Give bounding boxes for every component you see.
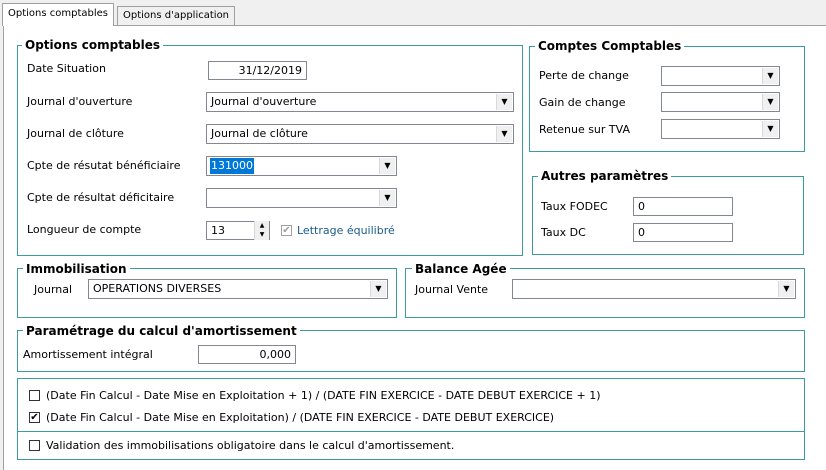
balance-agee-title: Balance Agée — [412, 262, 510, 276]
chevron-down-icon[interactable]: ▼ — [762, 68, 778, 84]
tab-options-comptables[interactable]: Options comptables — [2, 3, 115, 26]
perte-change-label: Perte de change — [539, 69, 629, 82]
tab-options-application[interactable]: Options d'application — [117, 6, 236, 25]
journal-ouverture-label: Journal d'ouverture — [27, 95, 133, 108]
taux-fodec-input[interactable]: 0 — [633, 197, 733, 216]
chevron-down-icon[interactable]: ▼ — [778, 281, 794, 297]
retenue-tva-select[interactable]: ▼ — [661, 119, 780, 139]
formula1-checkbox[interactable] — [29, 390, 40, 401]
options-comptables-title: Options comptables — [22, 38, 164, 52]
cpte-benef-select[interactable]: 131000 ▼ — [206, 156, 397, 176]
cpte-deficit-value — [210, 190, 212, 206]
chevron-down-icon[interactable]: ▼ — [496, 94, 512, 110]
lettrage-checkbox[interactable]: ✔ — [281, 225, 292, 236]
cpte-deficit-select[interactable]: ▼ — [206, 188, 397, 208]
longueur-label: Longueur de compte — [27, 223, 142, 236]
spin-up-icon[interactable]: ▲ — [255, 221, 269, 230]
date-situation-input[interactable]: 31/12/2019 — [208, 61, 307, 80]
lettrage-label: Lettrage équilibré — [297, 224, 395, 237]
chevron-down-icon[interactable]: ▼ — [762, 121, 778, 137]
formula1-label: (Date Fin Calcul - Date Mise en Exploita… — [46, 389, 601, 402]
longueur-spin-buttons[interactable]: ▲ ▼ — [254, 221, 269, 240]
validation-label: Validation des immobilisations obligatoi… — [46, 439, 455, 452]
validation-checkbox[interactable] — [29, 440, 40, 451]
immobilisation-journal-select[interactable]: OPERATIONS DIVERSES ▼ — [88, 279, 388, 299]
journal-vente-select[interactable]: ▼ — [512, 279, 796, 299]
cpte-benef-label: Cpte de résutat bénéficiaire — [27, 159, 181, 172]
gain-change-label: Gain de change — [539, 96, 626, 109]
amortissement-integral-label: Amortissement intégral — [23, 348, 153, 361]
retenue-tva-label: Retenue sur TVA — [539, 123, 630, 136]
cpte-deficit-label: Cpte de résultat déficitaire — [27, 191, 175, 204]
date-situation-label: Date Situation — [27, 62, 106, 75]
immobilisation-title: Immobilisation — [23, 262, 130, 276]
longueur-value: 13 — [211, 224, 225, 237]
amortissement-integral-input[interactable]: 0,000 — [198, 345, 296, 364]
chevron-down-icon[interactable]: ▼ — [496, 126, 512, 142]
chevron-down-icon[interactable]: ▼ — [370, 281, 386, 297]
journal-cloture-value: Journal de clôture — [211, 127, 308, 140]
cpte-benef-value: 131000 — [210, 158, 254, 174]
spin-down-icon[interactable]: ▼ — [255, 230, 269, 239]
journal-vente-value — [516, 281, 518, 297]
formula2-label: (Date Fin Calcul - Date Mise en Exploita… — [46, 411, 555, 424]
chevron-down-icon[interactable]: ▼ — [762, 94, 778, 110]
journal-cloture-select[interactable]: Journal de clôture ▼ — [206, 124, 514, 144]
tab-bar: Options comptables Options d'application — [0, 0, 826, 26]
taux-dc-input[interactable]: 0 — [633, 223, 733, 242]
journal-ouverture-value: Journal d'ouverture — [211, 95, 317, 108]
autres-parametres-title: Autres paramètres — [538, 169, 672, 183]
immobilisation-journal-value: OPERATIONS DIVERSES — [93, 282, 222, 295]
journal-cloture-label: Journal de clôture — [27, 127, 124, 140]
taux-fodec-label: Taux FODEC — [541, 200, 608, 213]
chevron-down-icon[interactable]: ▼ — [379, 158, 395, 174]
chevron-down-icon[interactable]: ▼ — [379, 190, 395, 206]
comptes-comptables-title: Comptes Comptables — [535, 39, 685, 53]
immobilisation-journal-label: Journal — [34, 283, 73, 296]
perte-change-select[interactable]: ▼ — [661, 66, 780, 86]
taux-dc-label: Taux DC — [541, 226, 586, 239]
formula2-checkbox[interactable]: ✔ — [29, 412, 40, 423]
amortissement-title: Paramétrage du calcul d'amortissement — [23, 324, 300, 338]
journal-ouverture-select[interactable]: Journal d'ouverture ▼ — [206, 92, 514, 112]
journal-vente-label: Journal Vente — [415, 283, 489, 296]
gain-change-select[interactable]: ▼ — [661, 92, 780, 112]
